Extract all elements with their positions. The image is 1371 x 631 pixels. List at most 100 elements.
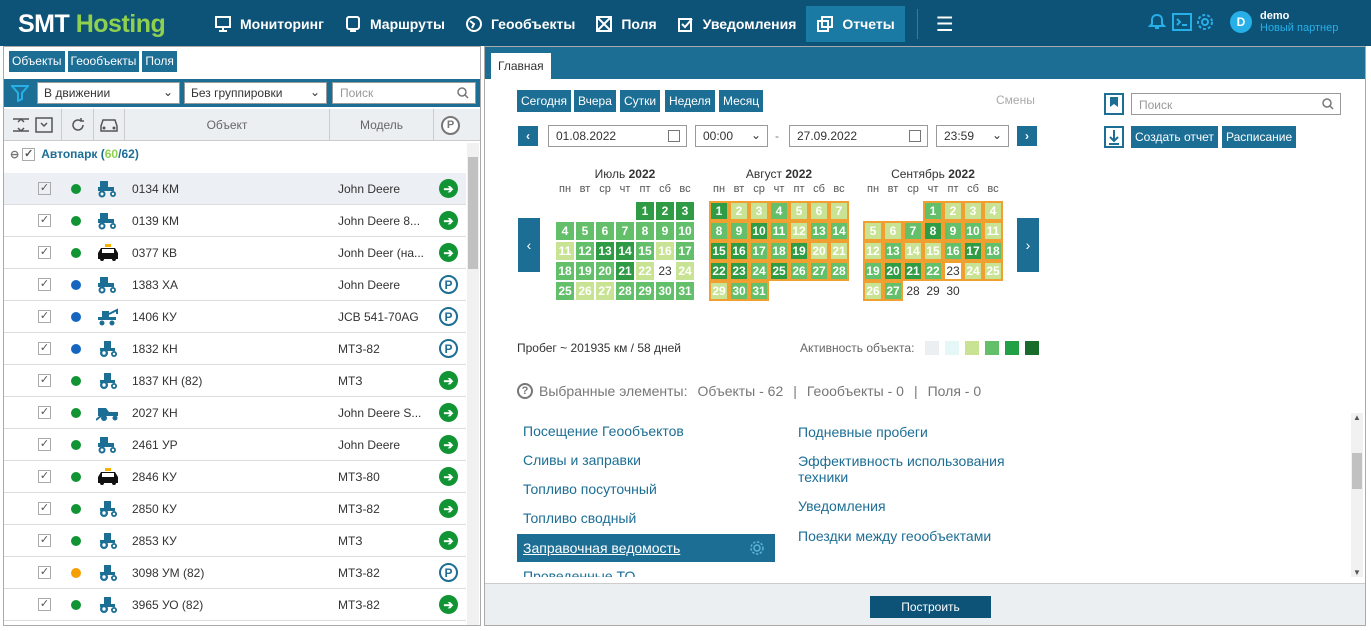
calendar-day[interactable]: 17 [676, 242, 694, 260]
calendar-day[interactable]: 23 [729, 261, 749, 281]
calendar-day[interactable]: 5 [863, 221, 883, 241]
column-object[interactable]: Объект [125, 109, 330, 141]
time-from-select[interactable]: 00:00 ⌄ [695, 125, 768, 147]
refresh-icon[interactable] [69, 116, 87, 134]
table-row[interactable]: ✓ 0134 КМ John Deere ➔ [4, 173, 466, 205]
calendar-day[interactable]: 27 [883, 281, 903, 301]
calendar-day[interactable]: 26 [863, 281, 883, 301]
calendar-day[interactable]: 21 [829, 241, 849, 261]
date-from-input[interactable]: 01.08.2022 [548, 125, 687, 147]
calendar-day[interactable]: 8 [923, 221, 943, 241]
calendar-day[interactable]: 10 [963, 221, 983, 241]
gear-icon[interactable] [1196, 13, 1214, 31]
column-status[interactable]: P [434, 109, 467, 141]
period-today-button[interactable]: Сегодня [517, 90, 571, 112]
next-period-button[interactable]: › [1017, 126, 1037, 146]
report-notifications[interactable]: Уведомления [798, 498, 886, 514]
vehicle-column[interactable] [94, 109, 125, 141]
table-row[interactable]: ✓ 2850 КУ МТЗ-82 ➔ [4, 493, 466, 525]
calendar-day[interactable]: 3 [749, 201, 769, 221]
time-to-select[interactable]: 23:59 ⌄ [936, 125, 1009, 147]
report-drains-fills[interactable]: Сливы и заправки [523, 452, 641, 468]
calendar-day[interactable]: 10 [676, 222, 694, 240]
calendar-prev-button[interactable]: ‹ [518, 218, 540, 272]
report-fuel-summary[interactable]: Топливо сводный [523, 510, 636, 526]
table-row[interactable]: ✓ 1837 КН (82) МТЗ ➔ [4, 365, 466, 397]
motion-filter-select[interactable]: В движении ⌄ [37, 82, 180, 104]
reports-scrollbar[interactable]: ▲ ▼ [1351, 413, 1363, 577]
download-button[interactable] [1104, 126, 1124, 148]
row-checkbox[interactable]: ✓ [38, 406, 51, 419]
scroll-thumb[interactable] [1352, 453, 1362, 489]
report-fuel-daily[interactable]: Топливо посуточный [523, 481, 657, 497]
schedule-button[interactable]: Расписание [1222, 126, 1297, 148]
row-checkbox[interactable]: ✓ [38, 278, 51, 291]
period-day-button[interactable]: Сутки [620, 90, 661, 112]
objects-scrollbar[interactable] [467, 143, 479, 625]
calendar-day[interactable]: 8 [636, 222, 654, 240]
calendar-day[interactable]: 7 [903, 221, 923, 241]
calendar-day[interactable]: 12 [789, 221, 809, 241]
calendar-day[interactable]: 13 [596, 242, 614, 260]
calendar-day[interactable]: 19 [863, 261, 883, 281]
nav-item-route[interactable]: Маршруты [334, 6, 455, 42]
calendar-day[interactable]: 17 [749, 241, 769, 261]
objects-search-input[interactable]: Поиск [332, 82, 476, 104]
gear-icon[interactable] [749, 540, 765, 556]
calendar-day[interactable]: 1 [709, 201, 729, 221]
calendar-day[interactable]: 5 [576, 222, 594, 240]
calendar-day[interactable]: 23 [656, 262, 674, 280]
calendar-day[interactable]: 30 [656, 282, 674, 300]
calendar-day[interactable]: 22 [709, 261, 729, 281]
date-to-input[interactable]: 27.09.2022 [789, 125, 928, 147]
calendar-day[interactable]: 2 [729, 201, 749, 221]
calendar-day[interactable]: 12 [863, 241, 883, 261]
calendar-day[interactable]: 29 [709, 281, 729, 301]
calendar-day[interactable]: 30 [944, 282, 962, 300]
group-checkbox[interactable]: ✓ [22, 147, 36, 161]
expand-all-icon[interactable] [11, 115, 31, 135]
calendar-day[interactable]: 25 [983, 261, 1003, 281]
calendar-day[interactable]: 15 [709, 241, 729, 261]
prev-period-button[interactable]: ‹ [518, 126, 538, 146]
tab-main[interactable]: Главная [491, 53, 551, 79]
collapse-group-icon[interactable]: ⊖ [10, 148, 19, 161]
report-fueling-sheet[interactable]: Заправочная ведомость [517, 534, 775, 562]
calendar-day[interactable]: 14 [829, 221, 849, 241]
calendar-day[interactable]: 19 [789, 241, 809, 261]
row-checkbox[interactable]: ✓ [38, 470, 51, 483]
table-row[interactable]: ✓ 3965 УО (82) МТЗ-82 ➔ [4, 589, 466, 621]
calendar-day[interactable]: 21 [616, 262, 634, 280]
bookmark-button[interactable] [1104, 93, 1124, 115]
period-week-button[interactable]: Неделя [665, 90, 715, 112]
scroll-up-icon[interactable]: ▲ [1353, 413, 1361, 422]
nav-item-reports[interactable]: Отчеты [806, 6, 905, 42]
calendar-day[interactable]: 28 [829, 261, 849, 281]
calendar-day[interactable]: 14 [616, 242, 634, 260]
calendar-day[interactable]: 6 [596, 222, 614, 240]
tab-objects[interactable]: Объекты [9, 51, 65, 72]
calendar-next-button[interactable]: › [1017, 218, 1039, 272]
calendar-day[interactable]: 31 [676, 282, 694, 300]
table-row[interactable]: ✓ 0139 КМ John Deere 8... ➔ [4, 205, 466, 237]
calendar-day[interactable]: 20 [596, 262, 614, 280]
table-row[interactable]: ✓ 0377 КВ Jonh Deer (на... ➔ [4, 237, 466, 269]
table-row[interactable]: ✓ 2846 КУ МТЗ-80 ➔ [4, 461, 466, 493]
table-row[interactable]: ✓ 2027 КН John Deere S... ➔ [4, 397, 466, 429]
calendar-day[interactable]: 15 [923, 241, 943, 261]
row-checkbox[interactable]: ✓ [38, 598, 51, 611]
calendar-day[interactable]: 2 [943, 201, 963, 221]
row-checkbox[interactable]: ✓ [38, 214, 51, 227]
calendar-day[interactable]: 19 [576, 262, 594, 280]
calendar-day[interactable]: 1 [923, 201, 943, 221]
reports-search-input[interactable]: Поиск [1131, 93, 1341, 115]
calendar-day[interactable]: 6 [883, 221, 903, 241]
calendar-day[interactable]: 8 [709, 221, 729, 241]
user-info[interactable]: demo Новый партнер [1260, 10, 1338, 34]
create-report-button[interactable]: Создать отчет [1131, 126, 1218, 148]
filter-icon[interactable] [11, 84, 29, 102]
row-checkbox[interactable]: ✓ [38, 246, 51, 259]
calendar-day[interactable]: 18 [556, 262, 574, 280]
calendar-day[interactable]: 22 [636, 262, 654, 280]
calendar-day[interactable]: 9 [729, 221, 749, 241]
